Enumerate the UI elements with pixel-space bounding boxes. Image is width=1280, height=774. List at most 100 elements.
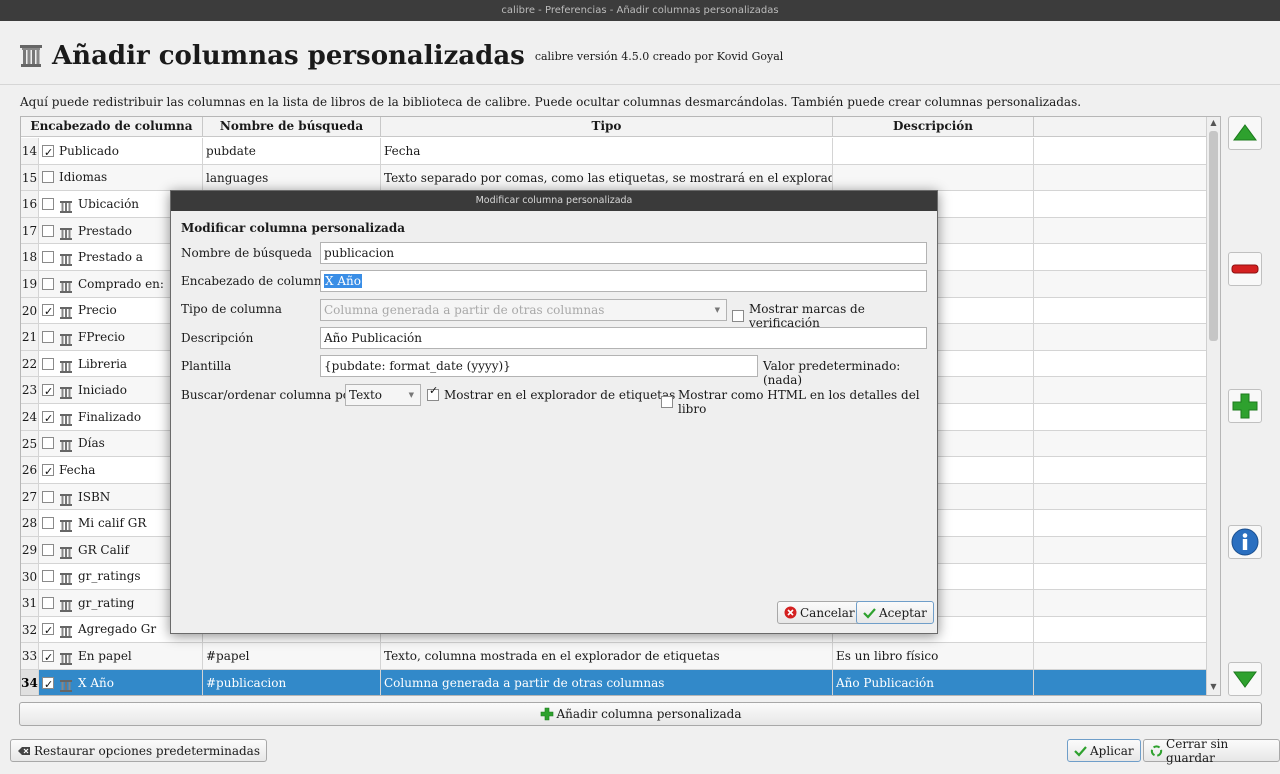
visibility-checkbox[interactable]	[42, 437, 54, 450]
visibility-checkbox[interactable]	[42, 379, 54, 403]
row-spacer	[1034, 191, 1208, 217]
plus-icon	[1232, 393, 1258, 419]
dialog-titlebar: Modificar columna personalizada	[171, 191, 937, 211]
description-label: Descripción	[181, 331, 254, 345]
scroll-up-arrow-icon[interactable]: ▲	[1207, 118, 1220, 130]
visibility-checkbox[interactable]	[42, 517, 54, 530]
row-number: 31	[21, 590, 39, 616]
column-heading-input[interactable]: X Año	[320, 270, 927, 292]
table-row[interactable]: 14 Publicado pubdateFecha	[21, 138, 1208, 165]
visibility-checkbox[interactable]	[42, 459, 54, 483]
restore-defaults-button[interactable]: Restaurar opciones predeterminadas	[10, 739, 267, 762]
move-down-button[interactable]	[1228, 662, 1262, 696]
recycle-icon	[1150, 744, 1163, 757]
column-heading-text: Comprado en:	[78, 276, 164, 291]
column-heading-text: Prestado a	[78, 250, 143, 265]
table-header: Encabezado de columna Nombre de búsqueda…	[21, 117, 1208, 137]
scroll-thumb[interactable]	[1209, 131, 1218, 341]
custom-column-icon	[59, 649, 73, 666]
row-number: 16	[21, 191, 39, 217]
remove-column-button[interactable]	[1228, 252, 1262, 286]
visibility-checkbox[interactable]	[42, 618, 54, 642]
visibility-checkbox[interactable]	[42, 406, 54, 430]
search-name-cell: pubdate	[203, 138, 381, 164]
table-row[interactable]: 34 X Año #publicacionColumna generada a pa…	[21, 669, 1208, 695]
custom-column-icon	[59, 622, 73, 639]
search-name-input[interactable]: publicacion	[320, 242, 927, 264]
column-heading-cell[interactable]: X Año	[39, 669, 203, 695]
column-header-heading[interactable]: Encabezado de columna	[21, 117, 203, 136]
column-heading-text: Prestado	[78, 223, 132, 238]
custom-column-icon	[59, 569, 73, 586]
visibility-checkbox[interactable]	[42, 197, 54, 210]
search-name-cell: languages	[203, 164, 381, 191]
apply-label: Aplicar	[1090, 743, 1134, 758]
visibility-checkbox[interactable]	[42, 140, 54, 164]
row-spacer	[1034, 404, 1208, 430]
column-header-search[interactable]: Nombre de búsqueda	[203, 117, 381, 136]
apply-button[interactable]: Aplicar	[1067, 739, 1141, 762]
checkbox-icon	[661, 396, 673, 408]
column-heading-text: FPrecio	[78, 329, 126, 344]
row-number: 29	[21, 536, 39, 563]
visibility-checkbox[interactable]	[42, 224, 54, 237]
visibility-checkbox[interactable]	[42, 490, 54, 503]
description-cell	[833, 164, 1034, 191]
add-column-side-button[interactable]	[1228, 389, 1262, 423]
row-spacer	[1034, 244, 1208, 270]
column-heading-text: gr_ratings	[78, 569, 141, 584]
column-info-button[interactable]	[1228, 525, 1262, 559]
description-input[interactable]: Año Publicación	[320, 327, 927, 349]
column-heading-cell[interactable]: En papel	[39, 643, 203, 669]
table-row[interactable]: 33 En papel #papelTexto, columna mostrada …	[21, 643, 1208, 670]
show-as-html-checkbox[interactable]: Mostrar como HTML en los detalles del li…	[661, 388, 929, 416]
table-row[interactable]: 15 Idiomas languages Texto separado por com…	[21, 164, 1208, 192]
row-spacer	[1034, 643, 1208, 669]
visibility-checkbox[interactable]	[42, 171, 54, 184]
row-spacer	[1034, 590, 1208, 616]
plus-icon	[540, 707, 553, 721]
table-scrollbar[interactable]: ▲ ▼	[1206, 117, 1220, 695]
column-header-type[interactable]: Tipo	[381, 117, 833, 136]
add-custom-column-label: Añadir columna personalizada	[556, 707, 742, 721]
row-number: 22	[21, 350, 39, 377]
show-checkmarks-checkbox[interactable]: Mostrar marcas de verificación	[732, 302, 929, 330]
visibility-checkbox[interactable]	[42, 570, 54, 583]
row-number: 19	[21, 270, 39, 297]
row-spacer	[1034, 351, 1208, 377]
row-number: 27	[21, 483, 39, 510]
column-heading-cell[interactable]: Idiomas	[39, 164, 203, 191]
visibility-checkbox[interactable]	[42, 645, 54, 669]
cancel-icon	[784, 606, 797, 619]
column-heading-cell[interactable]: Publicado	[39, 138, 203, 164]
add-custom-column-button[interactable]: Añadir columna personalizada	[19, 702, 1262, 726]
column-heading-text: Finalizado	[78, 409, 142, 424]
sort-by-select[interactable]: Texto ▼	[345, 384, 421, 406]
visibility-checkbox[interactable]	[42, 357, 54, 370]
row-spacer	[1034, 669, 1208, 695]
visibility-checkbox[interactable]	[42, 596, 54, 609]
custom-column-icon	[59, 330, 73, 346]
scroll-down-arrow-icon[interactable]: ▼	[1207, 682, 1220, 694]
row-spacer	[1034, 430, 1208, 457]
visibility-checkbox[interactable]	[42, 299, 54, 323]
accept-button[interactable]: Aceptar	[856, 601, 934, 624]
show-in-tag-browser-checkbox[interactable]: Mostrar en el explorador de etiquetas	[427, 384, 675, 402]
visibility-checkbox[interactable]	[42, 277, 54, 290]
close-without-saving-button[interactable]: Cerrar sin guardar	[1143, 737, 1280, 765]
search-name-label: Nombre de búsqueda	[181, 246, 312, 260]
visibility-checkbox[interactable]	[42, 672, 54, 695]
column-header-description[interactable]: Descripción	[833, 117, 1034, 136]
edit-column-dialog: Modificar columna personalizada Modifica…	[170, 190, 938, 634]
visibility-checkbox[interactable]	[42, 543, 54, 556]
column-type-value: Columna generada a partir de otras colum…	[324, 303, 605, 317]
restore-defaults-label: Restaurar opciones predeterminadas	[34, 743, 260, 758]
visibility-checkbox[interactable]	[42, 330, 54, 343]
column-type-select[interactable]: Columna generada a partir de otras colum…	[320, 299, 727, 321]
template-input[interactable]: {pubdate: format_date (yyyy)}	[320, 355, 758, 377]
visibility-checkbox[interactable]	[42, 251, 54, 264]
cancel-button[interactable]: Cancelar	[777, 601, 862, 624]
column-heading-text: Libreria	[78, 356, 128, 371]
move-up-button[interactable]	[1228, 116, 1262, 150]
type-cell: Texto separado por comas, como las etiqu…	[381, 164, 833, 191]
